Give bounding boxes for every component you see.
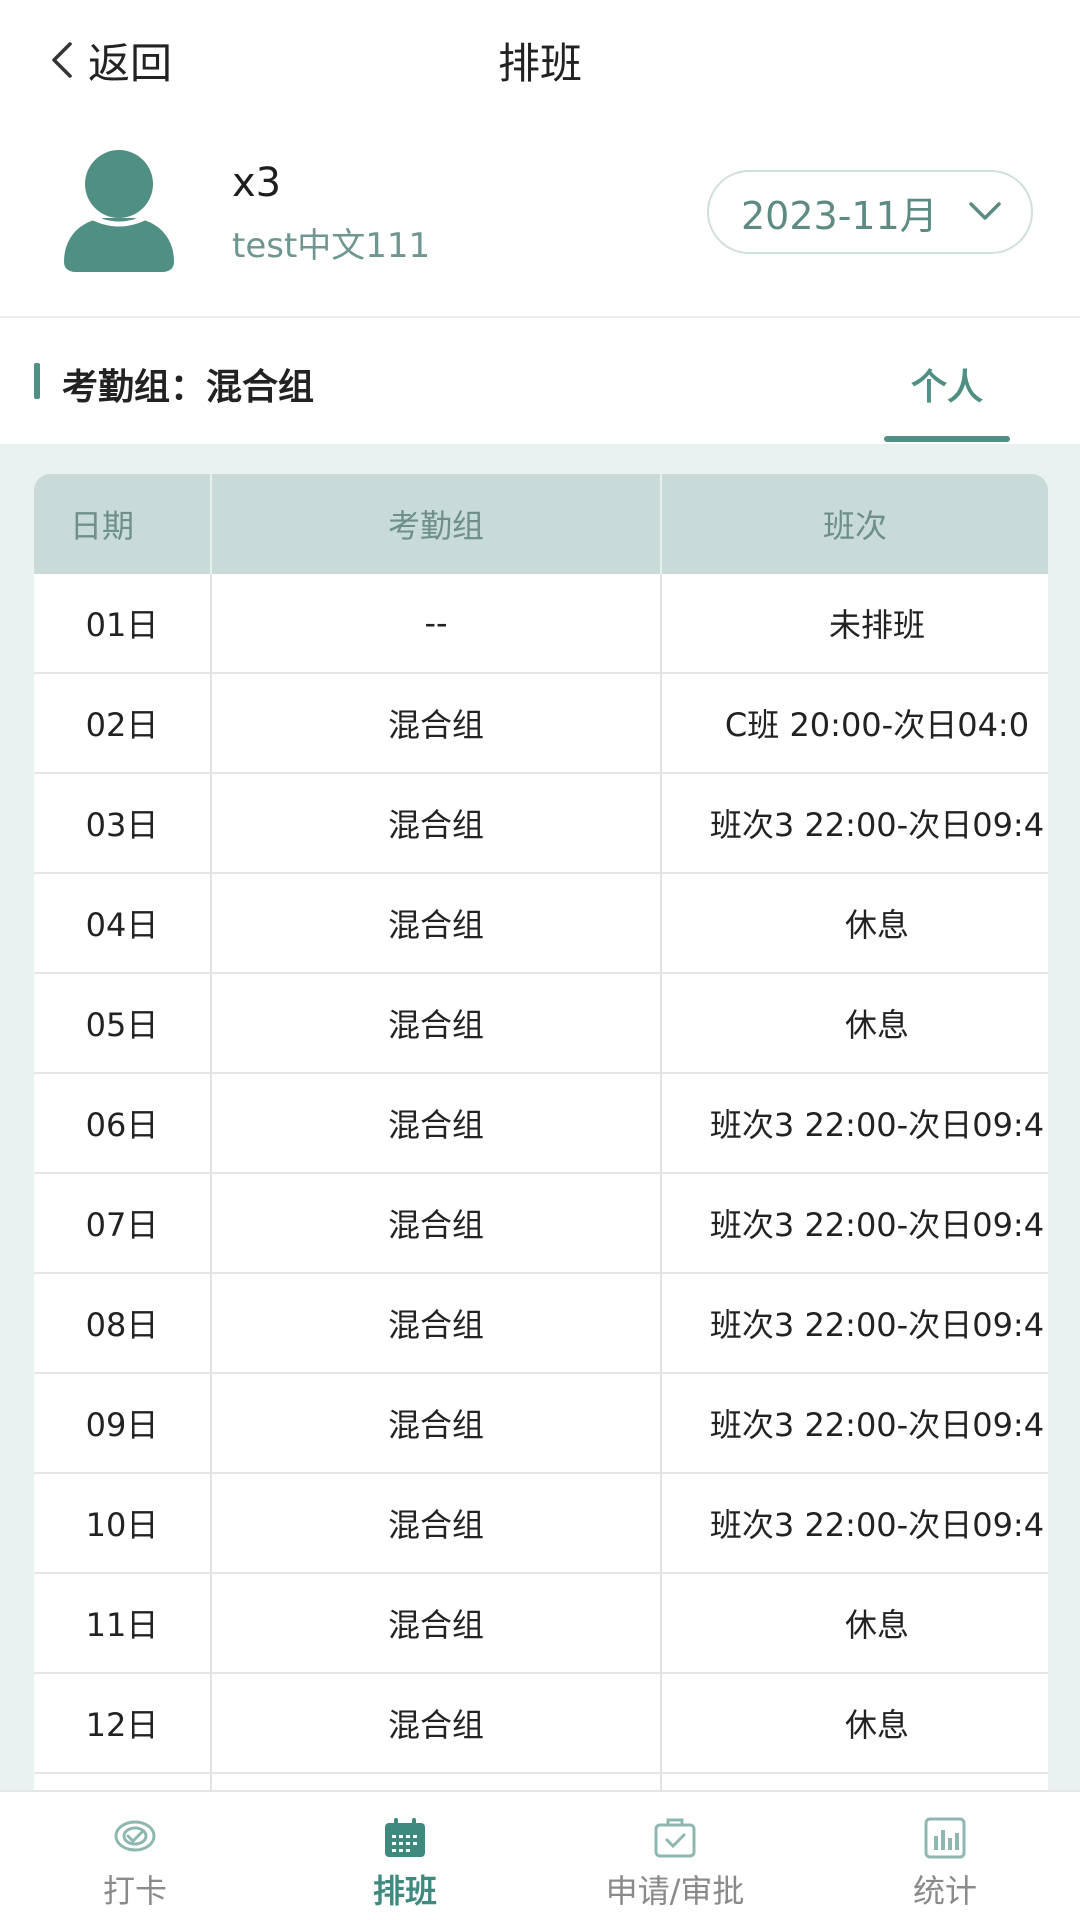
date-cell: 12日 (34, 1674, 212, 1772)
table-row: 02日 混合组 C班 20:00-次日04:0 (34, 674, 1048, 774)
table-row: 11日 混合组 休息 (34, 1574, 1048, 1674)
date-cell: 07日 (34, 1174, 212, 1272)
group-cell: 混合组 (212, 774, 662, 872)
avatar-icon (64, 150, 174, 272)
shift-cell (662, 1774, 1048, 1790)
date-cell: 01日 (34, 574, 212, 672)
group-cell: 混合组 (212, 874, 662, 972)
shift-cell: 班次3 22:00-次日09:4 (709, 806, 1045, 844)
group-cell: 混合组 (212, 1174, 662, 1272)
content-area[interactable]: 日期 考勤组 班次 01日 -- 未排班 02日 混合组 C班 20:00-次日04:0 0… (0, 444, 1080, 1790)
shift-cell: 班次3 22:00-次日09:4 (709, 1506, 1045, 1544)
nav-schedule[interactable]: 排班 (270, 1792, 540, 1920)
nav-label: 打卡 (102, 1872, 167, 1910)
column-header-group: 考勤组 (212, 474, 662, 574)
table-row: 10日 混合组 班次3 22:00-次日09:4 (34, 1474, 1048, 1574)
date-cell: 04日 (34, 874, 212, 972)
bottom-nav: 打卡 排班 申请/审批 统计 (0, 1790, 1080, 1920)
table-header: 日期 考勤组 班次 (34, 474, 1048, 574)
table-row (34, 1774, 1048, 1790)
nav-statistics[interactable]: 统计 (810, 1792, 1080, 1920)
shift-cell: 休息 (844, 1006, 909, 1044)
group-cell: 混合组 (212, 974, 662, 1072)
column-header-shift: 班次 (822, 507, 887, 545)
shift-cell: 班次3 22:00-次日09:4 (709, 1206, 1045, 1244)
table-row: 03日 混合组 班次3 22:00-次日09:4 (34, 774, 1048, 874)
month-value: 2023-11月 (741, 193, 938, 238)
group-cell: 混合组 (212, 1474, 662, 1572)
date-cell: 11日 (34, 1574, 212, 1672)
group-header: 考勤组：混合组 个人 (0, 318, 1080, 444)
table-row: 07日 混合组 班次3 22:00-次日09:4 (34, 1174, 1048, 1274)
nav-label: 排班 (372, 1872, 437, 1910)
chevron-down-icon (969, 202, 1001, 220)
header-bar: 返回 排班 (0, 0, 1080, 120)
group-accent-bar (34, 363, 40, 399)
table-body: 01日 -- 未排班 02日 混合组 C班 20:00-次日04:0 03日 混合组 班次3 2… (34, 574, 1048, 1790)
shift-cell: 班次3 22:00-次日09:4 (709, 1106, 1045, 1144)
approval-icon (654, 1818, 696, 1858)
date-cell: 02日 (34, 674, 212, 772)
table-row: 06日 混合组 班次3 22:00-次日09:4 (34, 1074, 1048, 1174)
calendar-icon (385, 1818, 425, 1857)
shift-cell: C班 20:00-次日04:0 (724, 706, 1030, 744)
shift-cell: 休息 (844, 906, 909, 944)
nav-label: 统计 (912, 1872, 977, 1910)
date-cell: 06日 (34, 1074, 212, 1172)
table-row: 09日 混合组 班次3 22:00-次日09:4 (34, 1374, 1048, 1474)
page-title: 排班 (497, 39, 582, 88)
date-cell: 08日 (34, 1274, 212, 1372)
schedule-table: 日期 考勤组 班次 01日 -- 未排班 02日 混合组 C班 20:00-次日04:0 0… (34, 474, 1048, 1790)
profile-section: x3 test中文111 2023-11月 (0, 130, 1080, 315)
group-cell: 混合组 (212, 1074, 662, 1172)
user-subtitle: test中文111 (232, 226, 431, 266)
date-cell: 10日 (34, 1474, 212, 1572)
nav-label: 申请/审批 (605, 1872, 745, 1910)
checkin-icon (114, 1820, 156, 1852)
group-cell: 混合组 (212, 674, 662, 772)
date-cell: 05日 (34, 974, 212, 1072)
nav-approval[interactable]: 申请/审批 (540, 1792, 810, 1920)
month-picker[interactable]: 2023-11月 (707, 170, 1033, 254)
table-row: 01日 -- 未排班 (34, 574, 1048, 674)
group-cell: 混合组 (212, 1674, 662, 1772)
nav-checkin[interactable]: 打卡 (0, 1792, 270, 1920)
app-screen: 返回 排班 x3 test中文111 2023-11月 考勤组：混合组 个人 日… (0, 0, 1080, 1920)
group-cell (212, 1774, 662, 1790)
shift-cell: 班次3 22:00-次日09:4 (709, 1306, 1045, 1344)
tab-personal[interactable]: 个人 (884, 358, 1010, 410)
group-cell: 混合组 (212, 1574, 662, 1672)
date-cell: 03日 (34, 774, 212, 872)
table-row: 05日 混合组 休息 (34, 974, 1048, 1074)
table-row: 04日 混合组 休息 (34, 874, 1048, 974)
user-name: x3 (232, 160, 282, 206)
column-header-date: 日期 (34, 474, 212, 574)
shift-cell: 休息 (844, 1606, 909, 1644)
table-row: 12日 混合组 休息 (34, 1674, 1048, 1774)
group-cell: -- (212, 574, 662, 672)
shift-cell: 休息 (844, 1706, 909, 1744)
group-cell: 混合组 (212, 1374, 662, 1472)
chart-icon (924, 1817, 966, 1859)
group-cell: 混合组 (212, 1274, 662, 1372)
shift-cell: 班次3 22:00-次日09:4 (709, 1406, 1045, 1444)
date-cell (34, 1774, 212, 1790)
attendance-group-label: 考勤组：混合组 (62, 367, 315, 408)
date-cell: 09日 (34, 1374, 212, 1472)
shift-cell: 未排班 (828, 606, 925, 644)
table-row: 08日 混合组 班次3 22:00-次日09:4 (34, 1274, 1048, 1374)
tab-underline (884, 436, 1010, 442)
